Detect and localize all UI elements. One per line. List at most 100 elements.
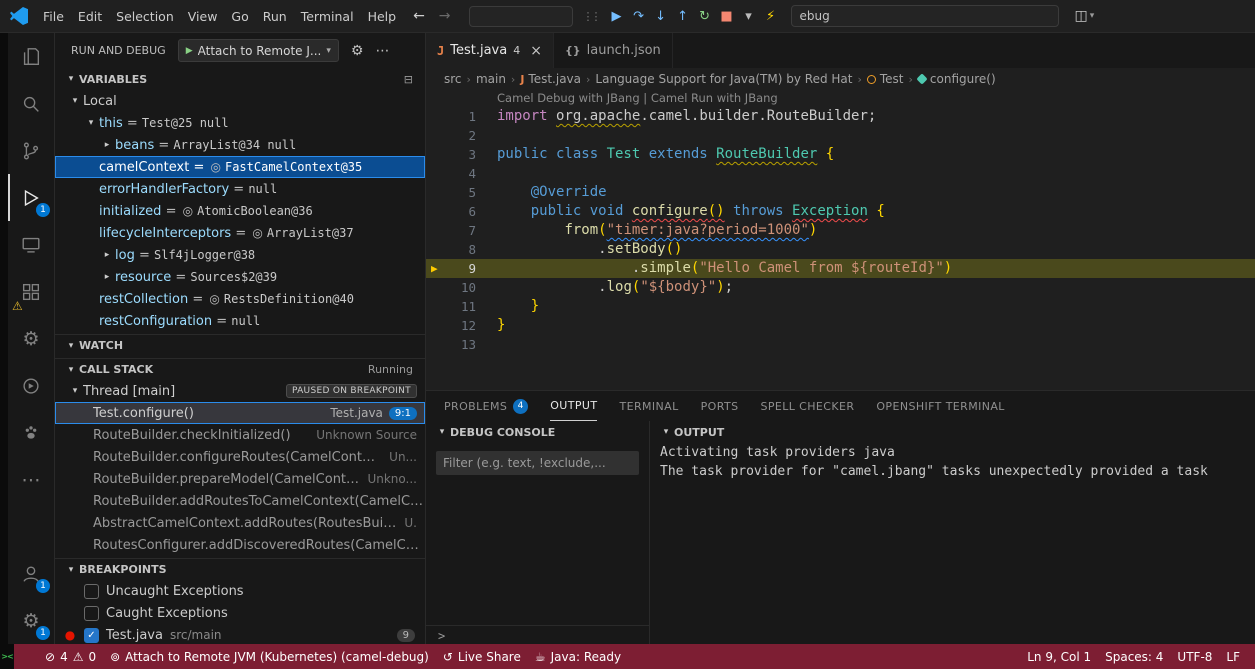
code-line[interactable]: ▶9 .simple("Hello Camel from ${routeId}"… <box>426 259 1255 278</box>
step-out-icon[interactable]: ↑ <box>673 5 693 27</box>
variables-section-header[interactable]: ▾ VARIABLES ⊟ <box>55 68 425 90</box>
stack-frame-row[interactable]: RoutesConfigurer.addDiscoveredRoutes(Cam… <box>55 534 425 556</box>
stack-frame-row[interactable]: RouteBuilder.addRoutesToCamelContext(Cam… <box>55 490 425 512</box>
problems-status[interactable]: ⊘ 4 ⚠ 0 <box>38 650 103 664</box>
breakpoint-checkbox[interactable] <box>84 584 99 599</box>
gear-icon[interactable]: ⚙ <box>351 43 364 59</box>
activity-item-accounts[interactable]: 1 <box>8 550 54 597</box>
code-line[interactable]: 5 @Override <box>426 183 1255 202</box>
breadcrumb-item[interactable]: Test <box>867 72 904 86</box>
breakpoint-row[interactable]: ●✓Test.javasrc/main9 <box>55 624 425 644</box>
code-line[interactable]: 11 } <box>426 297 1255 316</box>
menu-file[interactable]: File <box>36 6 71 27</box>
layout-toggle-button[interactable]: ◫ ▾ <box>1075 8 1095 24</box>
debug-console-repl-input[interactable]: > <box>426 625 649 645</box>
lazy-eval-eye-icon[interactable]: ◎ <box>183 204 193 218</box>
breakpoint-row[interactable]: Uncaught Exceptions <box>55 580 425 602</box>
variable-row[interactable]: restCollection = ◎RestsDefinition@40 <box>55 288 425 310</box>
activity-item-explorer[interactable] <box>8 33 54 80</box>
activity-item-manage[interactable]: ⚙1 <box>8 597 54 644</box>
panel-tab-spell-checker[interactable]: SPELL CHECKER <box>760 391 854 421</box>
menu-help[interactable]: Help <box>361 6 404 27</box>
menu-run[interactable]: Run <box>256 6 294 27</box>
code-line[interactable]: 8 .setBody() <box>426 240 1255 259</box>
forward-arrow-icon[interactable]: → <box>439 8 451 24</box>
status-eol[interactable]: LF <box>1219 650 1247 664</box>
chevron-down-icon[interactable]: ▾ <box>83 118 99 128</box>
continue-icon[interactable]: ▶ <box>607 5 627 27</box>
chevron-down-icon[interactable]: ▾ <box>67 386 83 396</box>
chevron-right-icon[interactable]: ▸ <box>99 140 115 150</box>
activity-item-additional-views[interactable]: ⋯ <box>8 456 54 503</box>
command-center[interactable] <box>469 6 573 27</box>
variable-row[interactable]: initialized = ◎AtomicBoolean@36 <box>55 200 425 222</box>
start-debug-icon[interactable]: ▶ <box>186 46 193 56</box>
more-actions-icon[interactable]: ⋯ <box>375 43 389 59</box>
code-line[interactable]: 7 from("timer:java?period=1000") <box>426 221 1255 240</box>
debug-console-filter-input[interactable]: Filter (e.g. text, !exclude,... <box>436 451 639 475</box>
panel-tab-terminal[interactable]: TERMINAL <box>619 391 678 421</box>
breadcrumb-item[interactable]: Language Support for Java(TM) by Red Hat <box>595 72 852 86</box>
variable-row[interactable]: ▾this = Test@25 null <box>55 112 425 134</box>
hot-code-replace-icon[interactable]: ⚡ <box>761 5 781 27</box>
variable-row[interactable]: ▸resource = Sources$2@39 <box>55 266 425 288</box>
stack-frame-row[interactable]: Test.configure()Test.java9:1 <box>55 402 425 424</box>
step-over-icon[interactable]: ↷ <box>629 5 649 27</box>
status-cursor-position[interactable]: Ln 9, Col 1 <box>1020 650 1098 664</box>
editor-tab-Test.java[interactable]: JTest.java4× <box>426 33 554 68</box>
editor-tab-launch.json[interactable]: {}launch.json <box>554 33 673 68</box>
menu-go[interactable]: Go <box>224 6 255 27</box>
debug-console-header[interactable]: ▾ DEBUG CONSOLE <box>426 421 649 443</box>
panel-tab-problems[interactable]: PROBLEMS4 <box>444 391 528 421</box>
variable-row[interactable]: ▾Local <box>55 90 425 112</box>
breadcrumb-item[interactable]: JTest.java <box>520 72 581 86</box>
activity-item-live-share[interactable] <box>8 362 54 409</box>
menu-edit[interactable]: Edit <box>71 6 109 27</box>
activity-item-search[interactable] <box>8 80 54 127</box>
breadcrumb-item[interactable]: configure() <box>918 72 996 86</box>
code-line[interactable]: 4 <box>426 164 1255 183</box>
stack-frame-row[interactable]: RouteBuilder.checkInitialized()Unknown S… <box>55 424 425 446</box>
variable-row[interactable]: ▸beans = ArrayList@34 null <box>55 134 425 156</box>
output-header[interactable]: ▾ OUTPUT <box>650 421 1255 443</box>
status-indentation[interactable]: Spaces: 4 <box>1098 650 1170 664</box>
status-debug-session[interactable]: ⊚Attach to Remote JVM (Kubernetes) (came… <box>103 650 436 664</box>
restart-icon[interactable]: ↻ <box>695 5 715 27</box>
disconnect-icon[interactable]: ■ <box>717 5 737 27</box>
breakpoint-checkbox[interactable] <box>84 606 99 621</box>
stack-frame-row[interactable]: RouteBuilder.prepareModel(CamelContext)U… <box>55 468 425 490</box>
output-log[interactable]: Activating task providers javaThe task p… <box>650 443 1255 481</box>
collapse-all-icon[interactable]: ⊟ <box>404 73 413 86</box>
code-line[interactable]: 1import org.apache.camel.builder.RouteBu… <box>426 107 1255 126</box>
panel-tab-ports[interactable]: PORTS <box>701 391 739 421</box>
variable-row[interactable]: restConfiguration = null <box>55 310 425 332</box>
activity-item-source-control[interactable] <box>8 127 54 174</box>
code-line[interactable]: 2 <box>426 126 1255 145</box>
stack-frame-row[interactable]: RouteBuilder.configureRoutes(CamelContex… <box>55 446 425 468</box>
close-icon[interactable]: × <box>530 43 542 59</box>
search-box[interactable]: ebug <box>791 5 1059 27</box>
code-line[interactable]: 10 .log("${body}"); <box>426 278 1255 297</box>
code-line[interactable]: 13 <box>426 335 1255 354</box>
panel-tab-output[interactable]: OUTPUT <box>550 391 597 421</box>
status-live-share[interactable]: ↺Live Share <box>436 650 528 664</box>
code-line[interactable]: 3public class Test extends RouteBuilder … <box>426 145 1255 164</box>
lazy-eval-eye-icon[interactable]: ◎ <box>209 292 219 306</box>
codelens-link[interactable]: Camel Run with JBang <box>651 91 778 105</box>
activity-item-kubernetes[interactable]: ⚙ <box>8 315 54 362</box>
code-line[interactable]: 6 public void configure() throws Excepti… <box>426 202 1255 221</box>
activity-item-remote-explorer[interactable] <box>8 221 54 268</box>
menu-terminal[interactable]: Terminal <box>294 6 361 27</box>
back-arrow-icon[interactable]: ← <box>413 8 425 24</box>
status-java-status[interactable]: ☕Java: Ready <box>528 650 628 664</box>
chevron-right-icon[interactable]: ▸ <box>99 272 115 282</box>
debug-toolbar-grip-icon[interactable]: ⋮⋮ <box>583 10 599 23</box>
activity-item-camel[interactable] <box>8 409 54 456</box>
variable-row[interactable]: camelContext = ◎FastCamelContext@35 <box>55 156 425 178</box>
status-encoding[interactable]: UTF-8 <box>1170 650 1219 664</box>
code-editor[interactable]: Camel Debug with JBang | Camel Run with … <box>426 90 1255 390</box>
variable-row[interactable]: lifecycleInterceptors = ◎ArrayList@37 <box>55 222 425 244</box>
breakpoint-row[interactable]: Caught Exceptions <box>55 602 425 624</box>
activity-item-extensions[interactable]: ⚠ <box>8 268 54 315</box>
menu-selection[interactable]: Selection <box>109 6 181 27</box>
